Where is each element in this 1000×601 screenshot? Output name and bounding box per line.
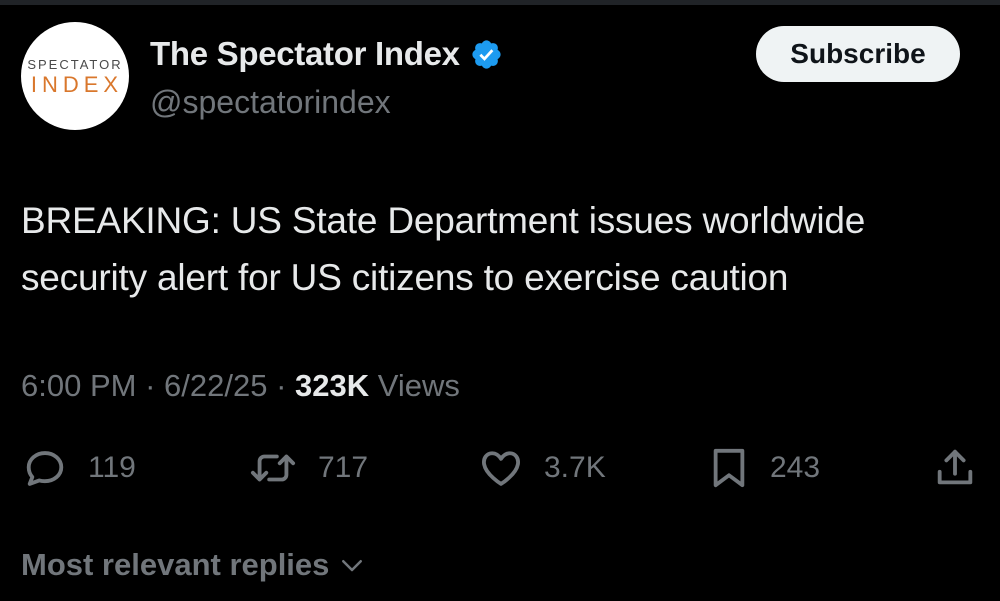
heart-icon	[482, 451, 520, 486]
reply-count: 119	[88, 451, 136, 484]
share-button[interactable]	[932, 443, 978, 493]
replies-sort-dropdown[interactable]: Most relevant replies	[21, 543, 367, 587]
action-bar: 119 717 3.7K 243	[0, 443, 1000, 493]
reply-button[interactable]: 119	[22, 443, 136, 493]
replies-sort-label: Most relevant replies	[21, 547, 330, 582]
avatar-logo-line2: INDEX	[30, 72, 124, 97]
like-button[interactable]: 3.7K	[478, 443, 606, 493]
avatar-logo-line1: SPECTATOR	[27, 57, 123, 72]
repost-count: 717	[318, 451, 369, 484]
reply-icon	[26, 451, 64, 486]
bookmark-button[interactable]: 243	[708, 443, 820, 493]
tweet-date[interactable]: 6/22/25	[164, 368, 267, 403]
bookmark-count: 243	[770, 451, 821, 484]
tweet-text: BREAKING: US State Department issues wor…	[21, 200, 866, 298]
author-handle[interactable]: @spectatorindex	[150, 80, 391, 124]
meta-separator: ·	[267, 368, 296, 403]
chevron-down-icon	[342, 560, 363, 572]
tweet-meta: 6:00 PM · 6/22/25 · 323K Views	[21, 364, 460, 408]
verified-badge-icon[interactable]	[470, 38, 503, 71]
views-label: Views	[369, 368, 460, 403]
subscribe-button[interactable]: Subscribe	[756, 26, 960, 82]
author-name-row: The Spectator Index	[150, 32, 503, 76]
bookmark-icon	[713, 448, 745, 488]
repost-button[interactable]: 717	[248, 443, 368, 493]
avatar[interactable]: SPECTATOR INDEX	[21, 22, 129, 130]
like-count: 3.7K	[544, 451, 606, 484]
top-divider	[0, 0, 1000, 5]
views-count: 323K	[295, 368, 370, 403]
meta-separator: ·	[136, 368, 165, 403]
repost-icon	[250, 454, 296, 482]
tweet-time[interactable]: 6:00 PM	[21, 368, 136, 403]
author-display-name[interactable]: The Spectator Index	[150, 35, 460, 73]
share-icon	[937, 449, 973, 485]
